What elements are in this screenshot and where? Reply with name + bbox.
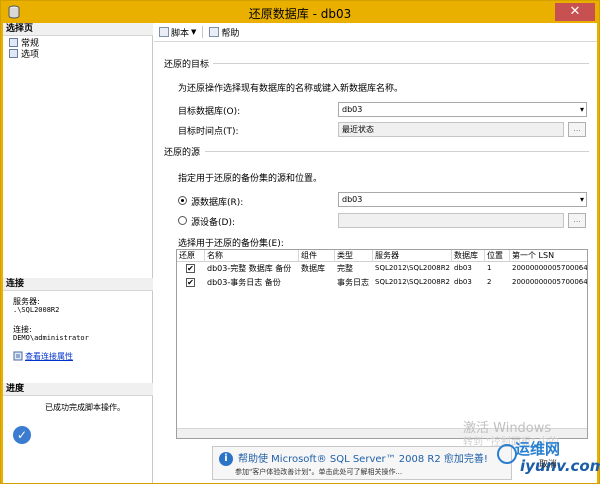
- view-connection-properties-link[interactable]: 查看连接属性: [25, 352, 73, 361]
- column-header[interactable]: 服务器: [373, 250, 452, 262]
- from-database-combo[interactable]: db03 ▾: [338, 192, 587, 207]
- connect-label: 连接:: [13, 325, 32, 334]
- progress-status: 已成功完成脚本操作。: [45, 403, 125, 412]
- toolbar: 脚本 ▼ 帮助: [154, 23, 597, 41]
- page-label: 选项: [21, 49, 40, 60]
- watermark-site: iyunv.com: [520, 457, 600, 475]
- cell-first-lsn: 20000000005700064: [512, 278, 587, 286]
- cell-type: 事务日志: [337, 278, 369, 287]
- column-header[interactable]: 名称: [205, 250, 299, 262]
- restore-checkbox[interactable]: ✔: [186, 278, 195, 287]
- cell-component: 数据库: [301, 264, 325, 273]
- cell-server: SQL2012\SQL2008R2: [375, 278, 451, 286]
- section-divider: [205, 151, 589, 152]
- from-database-label: 源数据库(R):: [191, 198, 244, 208]
- watermark-logo: 运维网: [515, 440, 561, 458]
- from-database-value: db03: [342, 195, 363, 204]
- select-page-header: 选择页: [3, 23, 153, 36]
- page-icon: [9, 37, 18, 47]
- cell-database: db03: [454, 264, 472, 272]
- column-header[interactable]: 位置: [485, 250, 510, 262]
- connect-value: DEMO\administrator: [13, 334, 89, 342]
- properties-icon: [13, 351, 23, 361]
- chevron-down-icon: ▾: [579, 105, 584, 114]
- from-device-radio[interactable]: [178, 216, 187, 225]
- checkmark-icon: ✓: [13, 426, 31, 444]
- toolbar-separator: [202, 26, 204, 38]
- cell-name: db03-完整 数据库 备份: [207, 264, 292, 273]
- column-header[interactable]: 还原: [177, 250, 205, 262]
- script-button[interactable]: 脚本 ▼: [159, 26, 196, 39]
- cell-type: 完整: [337, 264, 353, 273]
- restore-checkbox[interactable]: ✔: [186, 264, 195, 273]
- title-bar[interactable]: 还原数据库 - db03 ✕: [1, 1, 599, 23]
- cell-position: 1: [487, 264, 492, 272]
- target-description: 为还原操作选择现有数据库的名称或键入新数据库名称。: [178, 84, 404, 94]
- column-header[interactable]: 第一个 LSN: [510, 250, 587, 262]
- table-row[interactable]: ✔ db03-事务日志 备份 事务日志 SQL2012\SQL2008R2 db…: [177, 276, 587, 289]
- server-value: .\SQL2008R2: [13, 306, 60, 314]
- page-item-general[interactable]: 常规: [9, 37, 39, 49]
- from-device-field[interactable]: [338, 213, 564, 228]
- ceip-notification[interactable]: i 帮助使 Microsoft® SQL Server™ 2008 R2 愈加完…: [212, 446, 512, 480]
- chevron-down-icon: ▼: [191, 28, 197, 36]
- script-label: 脚本: [171, 28, 190, 39]
- notification-text: 参加"客户体验改善计划"。单击此处可了解相关操作...: [235, 468, 403, 476]
- source-description: 指定用于还原的备份集的源和位置。: [178, 174, 323, 184]
- restore-database-dialog: 还原数据库 - db03 ✕ 选择页 常规 选项 连接 服务器: .\SQL20…: [0, 0, 600, 484]
- source-section-title: 还原的源: [164, 148, 201, 158]
- chevron-down-icon: ▾: [579, 195, 584, 204]
- left-pane: 选择页 常规 选项 连接 服务器: .\SQL2008R2 连接: DEMO\a…: [3, 23, 153, 483]
- progress-header: 进度: [3, 383, 153, 396]
- window-title: 还原数据库 - db03: [248, 7, 352, 21]
- from-database-radio[interactable]: [178, 196, 187, 205]
- column-header[interactable]: 组件: [299, 250, 335, 262]
- target-time-label: 目标时间点(T):: [178, 127, 239, 137]
- backup-sets-grid: 还原 名称 组件 类型 服务器 数据库 位置 第一个 LSN ✔ db03-完整…: [176, 249, 588, 439]
- toolbar-divider: [154, 41, 597, 42]
- page-icon: [9, 48, 18, 58]
- cell-component: [299, 276, 335, 289]
- cancel-button[interactable]: 取消: [539, 457, 557, 470]
- target-time-field[interactable]: 最近状态: [338, 122, 564, 137]
- dialog-body: 选择页 常规 选项 连接 服务器: .\SQL2008R2 连接: DEMO\a…: [3, 23, 597, 483]
- backup-sets-label: 选择用于还原的备份集(E):: [178, 239, 284, 249]
- target-database-value: db03: [342, 105, 363, 114]
- column-header[interactable]: 数据库: [452, 250, 485, 262]
- section-divider: [213, 63, 589, 64]
- cell-first-lsn: 20000000005700064: [512, 264, 587, 272]
- watermark-logo-icon: [497, 444, 517, 464]
- page-item-options[interactable]: 选项: [9, 48, 40, 60]
- cell-position: 2: [487, 278, 492, 286]
- target-time-browse-button[interactable]: ...: [568, 122, 586, 137]
- help-label: 帮助: [221, 28, 240, 39]
- table-row[interactable]: ✔ db03-完整 数据库 备份 数据库 完整 SQL2012\SQL2008R…: [177, 262, 587, 275]
- help-button[interactable]: 帮助: [209, 26, 239, 39]
- grid-header: 还原 名称 组件 类型 服务器 数据库 位置 第一个 LSN: [177, 250, 587, 262]
- server-label: 服务器:: [13, 297, 40, 306]
- target-section-title: 还原的目标: [164, 60, 210, 70]
- from-device-label: 源设备(D):: [191, 218, 235, 228]
- script-icon: [159, 27, 169, 37]
- help-icon: [209, 27, 220, 37]
- info-icon: i: [219, 452, 233, 466]
- connection-header: 连接: [3, 278, 153, 291]
- cell-name: db03-事务日志 备份: [207, 278, 281, 287]
- target-database-combo[interactable]: db03 ▾: [338, 102, 587, 117]
- notification-title: 帮助使 Microsoft® SQL Server™ 2008 R2 愈加完善!: [238, 454, 488, 465]
- column-header[interactable]: 类型: [335, 250, 373, 262]
- close-button[interactable]: ✕: [555, 3, 595, 21]
- cell-server: SQL2012\SQL2008R2: [375, 264, 451, 272]
- cell-database: db03: [454, 278, 472, 286]
- target-database-label: 目标数据库(O):: [178, 107, 241, 117]
- from-device-browse-button[interactable]: ...: [568, 213, 586, 228]
